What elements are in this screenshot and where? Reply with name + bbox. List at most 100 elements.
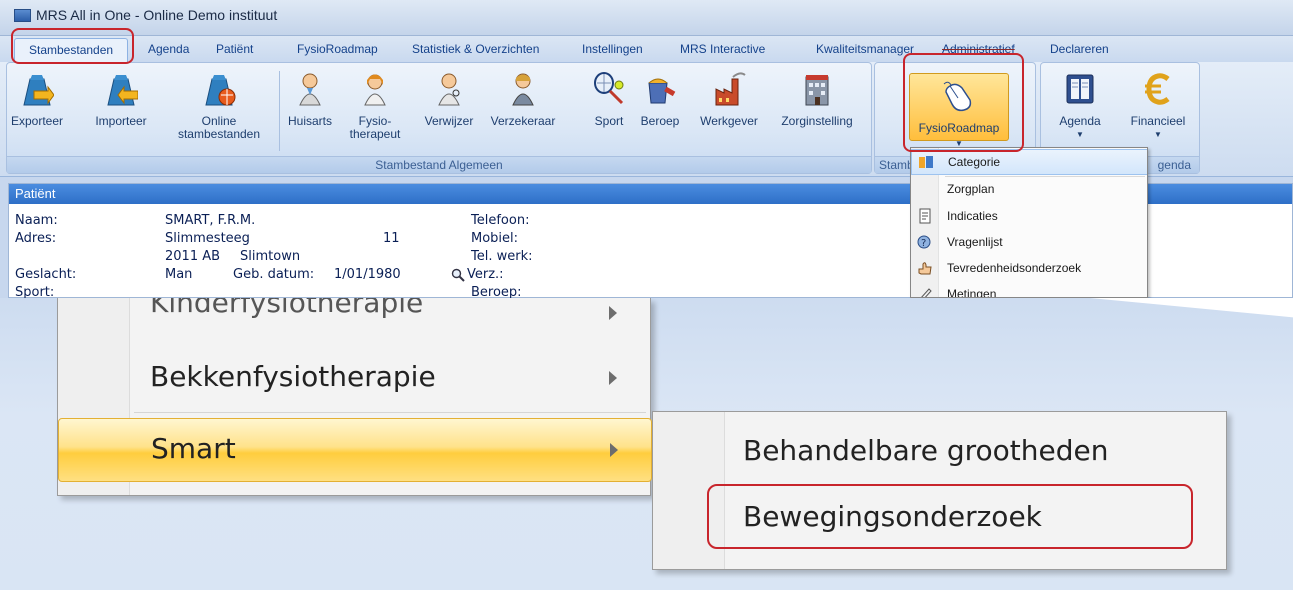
tab-mrs-interactive[interactable]: MRS Interactive: [680, 42, 765, 56]
tab-instellingen[interactable]: Instellingen: [582, 42, 643, 56]
werkgever-button[interactable]: Werkgever: [697, 71, 761, 128]
insurance-label: Verz.:: [467, 267, 504, 282]
highlight-bewegingsonderzoek: [707, 484, 1193, 549]
chevron-down-icon: ▼: [1154, 130, 1162, 139]
measurements-icon: [921, 288, 932, 297]
exporteer-button[interactable]: Exporteer: [7, 71, 67, 128]
group-label: Stambestand Algemeen: [7, 156, 871, 173]
profession-label: Beroep:: [471, 285, 522, 298]
tab-agenda[interactable]: Agenda: [148, 42, 189, 56]
menu-item-label: Vragenlijst: [947, 235, 1003, 249]
agenda-book-icon: [1066, 74, 1094, 104]
menu-item-metingen[interactable]: Metingen: [911, 282, 1147, 298]
white-wedge: [1090, 298, 1293, 318]
house-number-value: 11: [383, 231, 400, 246]
menu-item-bekkenfysiotherapie[interactable]: Bekkenfysiotherapie: [150, 360, 436, 393]
zoomed-menu-view: Kinderfysiotherapie Bekkenfysiotherapie …: [0, 298, 1293, 590]
tab-declareren[interactable]: Declareren: [1050, 42, 1109, 56]
agenda-label: Agenda: [1059, 114, 1101, 128]
euro-icon: [1145, 73, 1170, 105]
verzekeraar-label: Verzekeraar: [490, 114, 556, 128]
category-icon: [919, 156, 933, 168]
title-bar: MRS All in One - Online Demo instituut: [0, 0, 1293, 36]
financieel-label: Financieel: [1130, 114, 1186, 128]
submenu-arrow-icon: [610, 443, 618, 457]
menu-item-indicaties[interactable]: Indicaties: [911, 204, 1147, 230]
menu-item-label: Zorgplan: [947, 182, 995, 196]
svg-text:?: ?: [921, 238, 926, 249]
menu-item-zorgplan[interactable]: Zorgplan: [911, 177, 1147, 203]
phone-label: Telefoon:: [471, 213, 530, 228]
menu-separator: [134, 412, 646, 413]
fysioroadmap-dropdown: Categorie Zorgplan Indicaties ? Vragenli…: [910, 147, 1148, 298]
bag-arrow-import-icon: [107, 75, 138, 106]
beroep-button[interactable]: Beroep: [635, 71, 685, 128]
submenu-arrow-icon: [609, 306, 617, 320]
menu-item-smart[interactable]: Smart: [58, 418, 652, 482]
doctor-person-icon: [299, 73, 321, 106]
menu-item-label: Metingen: [947, 287, 997, 298]
sport-button[interactable]: Sport: [587, 71, 631, 128]
verzekeraar-button[interactable]: Verzekeraar: [483, 71, 563, 128]
tab-fysioroadmap[interactable]: FysioRoadmap: [297, 42, 378, 56]
birth-label: Geb. datum:: [233, 267, 315, 282]
importeer-button[interactable]: Importeer: [91, 71, 151, 128]
address-label: Adres:: [15, 231, 57, 246]
menu-item-categorie[interactable]: Categorie: [911, 149, 1147, 175]
importeer-label: Importeer: [95, 114, 147, 128]
menu-item-kinderfysiotherapie[interactable]: Kinderfysiotherapie: [150, 298, 423, 319]
application-window: MRS All in One - Online Demo instituut S…: [0, 0, 1293, 298]
huisarts-button[interactable]: Huisarts: [283, 71, 337, 128]
group-stambestand-algemeen: Exporteer Importeer Online stambestanden…: [6, 62, 872, 174]
name-label: Naam:: [15, 213, 58, 228]
racket-ball-icon: [594, 72, 624, 105]
exporteer-label: Exporteer: [10, 114, 64, 128]
city-value: Slimtown: [240, 249, 301, 264]
zorginstelling-button[interactable]: Zorginstelling: [773, 71, 861, 128]
bag-globe-icon: [205, 75, 236, 106]
submenu-arrow-icon: [609, 371, 617, 385]
menu-item-behandelbare-grootheden[interactable]: Behandelbare grootheden: [743, 434, 1108, 467]
online-stambestanden-label: Online stambestanden: [177, 114, 261, 141]
bag-arrow-export-icon: [23, 75, 54, 106]
insurer-person-icon: [512, 73, 534, 106]
verwijzer-button[interactable]: Verwijzer: [419, 71, 479, 128]
sport-label: Sport: [594, 114, 624, 128]
app-icon: [14, 9, 31, 22]
paint-bucket-icon: [648, 78, 676, 104]
werkgever-label: Werkgever: [700, 114, 758, 128]
zorginstelling-label: Zorginstelling: [781, 114, 853, 128]
tab-kwaliteitsmanager[interactable]: Kwaliteitsmanager: [816, 42, 914, 56]
menu-item-label: Indicaties: [947, 209, 998, 223]
questionnaire-icon: ?: [917, 235, 931, 249]
verwijzer-label: Verwijzer: [424, 114, 474, 128]
mobile-label: Mobiel:: [471, 231, 519, 246]
indications-icon: [919, 208, 931, 224]
birth-value: 1/01/1980: [334, 267, 401, 282]
building-icon: [805, 75, 829, 106]
gender-label: Geslacht:: [15, 267, 77, 282]
menu-item-smart-label: Smart: [151, 432, 236, 465]
name-value: SMART, F.R.M.: [165, 213, 256, 228]
fysiotherapeut-button[interactable]: Fysio- therapeut: [347, 71, 403, 141]
menu-item-label: Categorie: [948, 155, 1001, 169]
window-title: MRS All in One - Online Demo instituut: [36, 7, 278, 23]
zip-value: 2011 AB: [165, 249, 221, 264]
therapist-person-icon: [364, 74, 386, 106]
fysiotherapeut-label: Fysio- therapeut: [349, 114, 401, 141]
tab-patient[interactable]: Patiënt: [216, 42, 253, 56]
chevron-down-icon: ▼: [1076, 130, 1084, 139]
menu-item-vragenlijst[interactable]: ? Vragenlijst: [911, 230, 1147, 256]
tab-statistiek[interactable]: Statistiek & Overzichten: [412, 42, 539, 56]
magnifier-icon[interactable]: [451, 268, 465, 282]
factory-icon: [715, 72, 746, 106]
ribbon-tabs: Stambestanden Agenda Patiënt FysioRoadma…: [0, 36, 1293, 62]
group-separator: [279, 71, 280, 151]
menu-item-tevredenheidsonderzoek[interactable]: Tevredenheidsonderzoek: [911, 256, 1147, 282]
online-stambestanden-button[interactable]: Online stambestanden: [167, 71, 271, 141]
financieel-button[interactable]: Financieel ▼: [1127, 71, 1189, 141]
satisfaction-icon: [918, 262, 932, 275]
agenda-button[interactable]: Agenda ▼: [1049, 71, 1111, 141]
sport-label: Sport:: [15, 285, 55, 298]
referrer-person-icon: [438, 73, 460, 106]
